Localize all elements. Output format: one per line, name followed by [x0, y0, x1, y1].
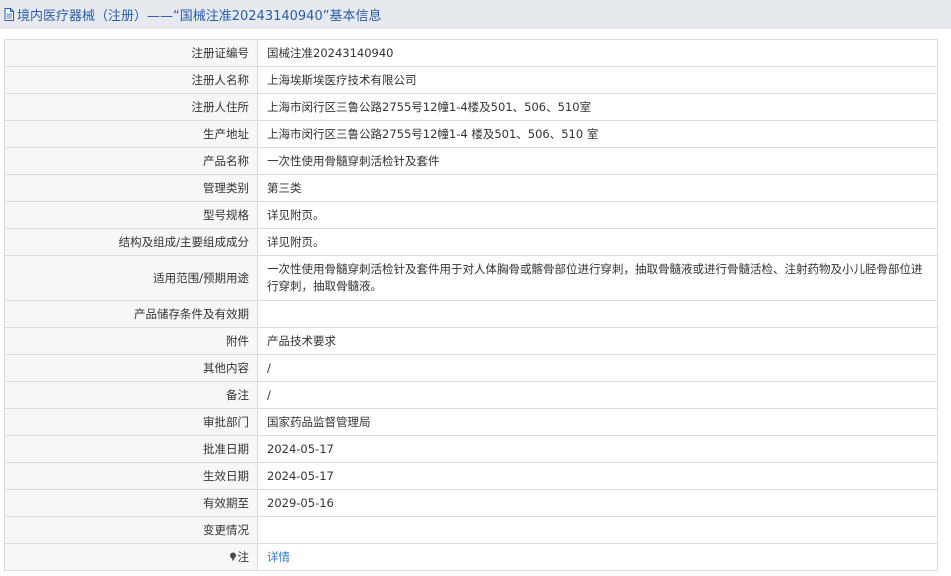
- table-row: 管理类别 第三类: [4, 174, 938, 202]
- note-row: 注 详情: [4, 543, 938, 571]
- table-row: 适用范围/预期用途 一次性使用骨髓穿刺活检针及套件用于对人体胸骨或髂骨部位进行穿…: [4, 255, 938, 301]
- table-row: 审批部门 国家药品监督管理局: [4, 408, 938, 436]
- field-value: 上海市闵行区三鲁公路2755号12幢1-4楼及501、506、510室: [257, 93, 938, 121]
- table-row: 变更情况: [4, 516, 938, 544]
- field-label: 批准日期: [4, 435, 258, 463]
- table-row: 有效期至 2029-05-16: [4, 489, 938, 517]
- field-value: 详见附页。: [257, 228, 938, 256]
- field-value: 上海埃斯埃医疗技术有限公司: [257, 66, 938, 94]
- table-row: 生效日期 2024-05-17: [4, 462, 938, 490]
- registration-info-table: 注册证编号 国械注准20243140940 注册人名称 上海埃斯埃医疗技术有限公…: [4, 39, 938, 571]
- field-value: 详见附页。: [257, 201, 938, 229]
- field-label: 备注: [4, 381, 258, 409]
- field-value: 2024-05-17: [257, 435, 938, 463]
- table-row: 批准日期 2024-05-17: [4, 435, 938, 463]
- table-row: 注册证编号 国械注准20243140940: [4, 39, 938, 67]
- field-label: 有效期至: [4, 489, 258, 517]
- table-row: 型号规格 详见附页。: [4, 201, 938, 229]
- table-row: 生产地址 上海市闵行区三鲁公路2755号12幢1-4 楼及501、506、510…: [4, 120, 938, 148]
- note-label: 注: [237, 549, 250, 564]
- page-title: 境内医疗器械（注册）——“国械注准20243140940”基本信息: [17, 9, 382, 24]
- table-row: 产品储存条件及有效期: [4, 300, 938, 328]
- details-link[interactable]: 详情: [267, 550, 290, 564]
- field-value: [257, 300, 938, 328]
- field-value: 2024-05-17: [257, 462, 938, 490]
- field-value: 国械注准20243140940: [257, 39, 938, 67]
- field-label: 型号规格: [4, 201, 258, 229]
- note-label-cell: 注: [4, 543, 258, 571]
- field-value: [257, 516, 938, 544]
- field-label: 注册人名称: [4, 66, 258, 94]
- field-value: 2029-05-16: [257, 489, 938, 517]
- page-title-bar: 境内医疗器械（注册）——“国械注准20243140940”基本信息: [0, 0, 951, 29]
- table-row: 注册人住所 上海市闵行区三鲁公路2755号12幢1-4楼及501、506、510…: [4, 93, 938, 121]
- table-row: 备注 /: [4, 381, 938, 409]
- field-label: 其他内容: [4, 354, 258, 382]
- field-label: 注册证编号: [4, 39, 258, 67]
- field-label: 管理类别: [4, 174, 258, 202]
- field-value: 上海市闵行区三鲁公路2755号12幢1-4 楼及501、506、510 室: [257, 120, 938, 148]
- field-label: 变更情况: [4, 516, 258, 544]
- pin-icon: [229, 552, 236, 561]
- field-label: 产品名称: [4, 147, 258, 175]
- field-label: 附件: [4, 327, 258, 355]
- field-value: /: [257, 381, 938, 409]
- field-label: 审批部门: [4, 408, 258, 436]
- field-value: 第三类: [257, 174, 938, 202]
- field-label: 生效日期: [4, 462, 258, 490]
- table-row: 其他内容 /: [4, 354, 938, 382]
- field-label: 产品储存条件及有效期: [4, 300, 258, 328]
- note-value-cell: 详情: [257, 543, 938, 571]
- field-value: 国家药品监督管理局: [257, 408, 938, 436]
- field-value: /: [257, 354, 938, 382]
- document-icon: [4, 8, 14, 21]
- field-label: 注册人住所: [4, 93, 258, 121]
- field-label: 适用范围/预期用途: [4, 255, 258, 301]
- field-value: 一次性使用骨髓穿刺活检针及套件: [257, 147, 938, 175]
- table-row: 产品名称 一次性使用骨髓穿刺活检针及套件: [4, 147, 938, 175]
- table-row: 注册人名称 上海埃斯埃医疗技术有限公司: [4, 66, 938, 94]
- field-label: 生产地址: [4, 120, 258, 148]
- table-row: 附件 产品技术要求: [4, 327, 938, 355]
- field-label: 结构及组成/主要组成成分: [4, 228, 258, 256]
- table-row: 结构及组成/主要组成成分 详见附页。: [4, 228, 938, 256]
- field-value: 产品技术要求: [257, 327, 938, 355]
- field-value: 一次性使用骨髓穿刺活检针及套件用于对人体胸骨或髂骨部位进行穿刺，抽取骨髓液或进行…: [257, 255, 938, 301]
